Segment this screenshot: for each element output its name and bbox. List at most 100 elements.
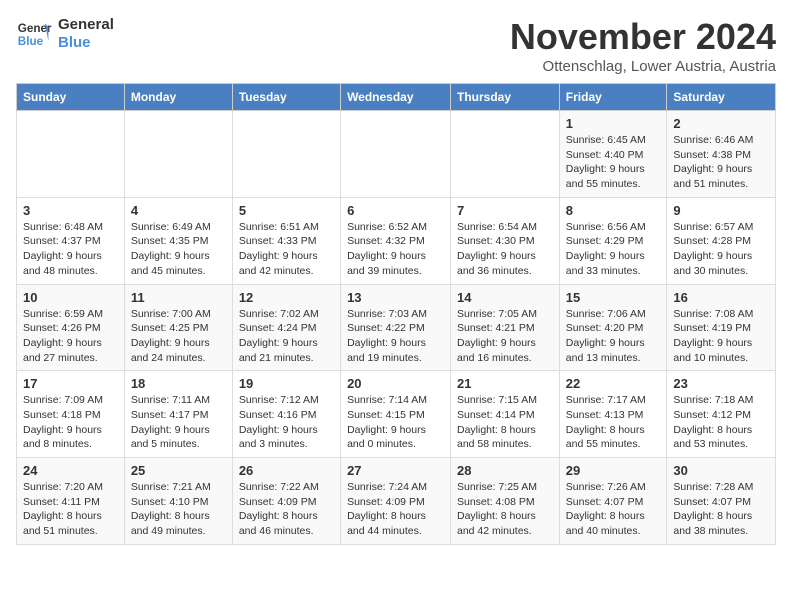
calendar-week-row: 24 Sunrise: 7:20 AM Sunset: 4:11 PM Dayli…: [17, 458, 776, 545]
day-info: Sunrise: 6:56 AM Sunset: 4:29 PM Dayligh…: [566, 220, 661, 279]
calendar-cell: 24 Sunrise: 7:20 AM Sunset: 4:11 PM Dayli…: [17, 458, 125, 545]
day-info: Sunrise: 6:59 AM Sunset: 4:26 PM Dayligh…: [23, 307, 118, 366]
calendar-cell: 4Sunrise: 6:49 AM Sunset: 4:35 PM Daylig…: [124, 197, 232, 284]
calendar-cell: 7 Sunrise: 6:54 AM Sunset: 4:30 PM Daylig…: [451, 197, 560, 284]
calendar-cell: 20Sunrise: 7:14 AM Sunset: 4:15 PM Dayli…: [341, 371, 451, 458]
calendar-cell: 12Sunrise: 7:02 AM Sunset: 4:24 PM Dayli…: [232, 284, 340, 371]
calendar-cell: 28Sunrise: 7:25 AM Sunset: 4:08 PM Dayli…: [451, 458, 560, 545]
day-info: Sunrise: 6:57 AM Sunset: 4:28 PM Dayligh…: [673, 220, 769, 279]
title-block: November 2024 Ottenschlag, Lower Austria…: [510, 16, 776, 75]
day-number: 2: [673, 116, 769, 131]
day-info: Sunrise: 7:24 AM Sunset: 4:09 PM Dayligh…: [347, 480, 444, 539]
calendar-cell: 10 Sunrise: 6:59 AM Sunset: 4:26 PM Dayli…: [17, 284, 125, 371]
calendar-cell: [232, 111, 340, 198]
calendar-week-row: 3Sunrise: 6:48 AM Sunset: 4:37 PM Daylig…: [17, 197, 776, 284]
calendar-cell: 22 Sunrise: 7:17 AM Sunset: 4:13 PM Dayli…: [559, 371, 667, 458]
page-header: General Blue General Blue November 2024 …: [16, 16, 776, 75]
calendar-cell: 23Sunrise: 7:18 AM Sunset: 4:12 PM Dayli…: [667, 371, 776, 458]
day-info: Sunrise: 7:21 AM Sunset: 4:10 PM Dayligh…: [131, 480, 226, 539]
day-info: Sunrise: 7:17 AM Sunset: 4:13 PM Dayligh…: [566, 393, 661, 452]
calendar-cell: 9 Sunrise: 6:57 AM Sunset: 4:28 PM Daylig…: [667, 197, 776, 284]
day-number: 19: [239, 376, 334, 391]
day-number: 10: [23, 290, 118, 305]
day-number: 20: [347, 376, 444, 391]
header-thursday: Thursday: [451, 84, 560, 111]
day-info: Sunrise: 7:26 AM Sunset: 4:07 PM Dayligh…: [566, 480, 661, 539]
calendar-cell: 6 Sunrise: 6:52 AM Sunset: 4:32 PM Daylig…: [341, 197, 451, 284]
day-info: Sunrise: 7:18 AM Sunset: 4:12 PM Dayligh…: [673, 393, 769, 452]
logo-blue: Blue: [58, 34, 91, 51]
day-info: Sunrise: 7:05 AM Sunset: 4:21 PM Dayligh…: [457, 307, 553, 366]
day-number: 28: [457, 463, 553, 478]
day-info: Sunrise: 7:09 AM Sunset: 4:18 PM Dayligh…: [23, 393, 118, 452]
calendar-cell: [451, 111, 560, 198]
day-number: 26: [239, 463, 334, 478]
day-number: 25: [131, 463, 226, 478]
calendar-cell: 17 Sunrise: 7:09 AM Sunset: 4:18 PM Dayli…: [17, 371, 125, 458]
day-info: Sunrise: 7:02 AM Sunset: 4:24 PM Dayligh…: [239, 307, 334, 366]
calendar-week-row: 1 Sunrise: 6:45 AM Sunset: 4:40 PM Daylig…: [17, 111, 776, 198]
day-number: 29: [566, 463, 661, 478]
calendar-cell: 14 Sunrise: 7:05 AM Sunset: 4:21 PM Dayli…: [451, 284, 560, 371]
day-info: Sunrise: 6:51 AM Sunset: 4:33 PM Dayligh…: [239, 220, 334, 279]
day-info: Sunrise: 7:22 AM Sunset: 4:09 PM Dayligh…: [239, 480, 334, 539]
day-number: 6: [347, 203, 444, 218]
calendar-cell: 8 Sunrise: 6:56 AM Sunset: 4:29 PM Daylig…: [559, 197, 667, 284]
day-info: Sunrise: 6:49 AM Sunset: 4:35 PM Dayligh…: [131, 220, 226, 279]
day-info: Sunrise: 6:46 AM Sunset: 4:38 PM Dayligh…: [673, 133, 769, 192]
day-info: Sunrise: 6:52 AM Sunset: 4:32 PM Dayligh…: [347, 220, 444, 279]
day-number: 5: [239, 203, 334, 218]
calendar-week-row: 17 Sunrise: 7:09 AM Sunset: 4:18 PM Dayli…: [17, 371, 776, 458]
calendar-cell: 30 Sunrise: 7:28 AM Sunset: 4:07 PM Dayli…: [667, 458, 776, 545]
header-saturday: Saturday: [667, 84, 776, 111]
calendar-cell: 18 Sunrise: 7:11 AM Sunset: 4:17 PM Dayli…: [124, 371, 232, 458]
calendar-cell: 21 Sunrise: 7:15 AM Sunset: 4:14 PM Dayli…: [451, 371, 560, 458]
calendar-cell: 29 Sunrise: 7:26 AM Sunset: 4:07 PM Dayli…: [559, 458, 667, 545]
day-number: 9: [673, 203, 769, 218]
location-subtitle: Ottenschlag, Lower Austria, Austria: [510, 58, 776, 75]
day-number: 18: [131, 376, 226, 391]
header-monday: Monday: [124, 84, 232, 111]
day-number: 17: [23, 376, 118, 391]
day-info: Sunrise: 6:48 AM Sunset: 4:37 PM Dayligh…: [23, 220, 118, 279]
calendar-cell: 15 Sunrise: 7:06 AM Sunset: 4:20 PM Dayli…: [559, 284, 667, 371]
day-info: Sunrise: 7:06 AM Sunset: 4:20 PM Dayligh…: [566, 307, 661, 366]
day-number: 30: [673, 463, 769, 478]
day-number: 8: [566, 203, 661, 218]
day-info: Sunrise: 6:45 AM Sunset: 4:40 PM Dayligh…: [566, 133, 661, 192]
calendar-cell: 13Sunrise: 7:03 AM Sunset: 4:22 PM Dayli…: [341, 284, 451, 371]
day-number: 22: [566, 376, 661, 391]
day-number: 14: [457, 290, 553, 305]
calendar-cell: 3Sunrise: 6:48 AM Sunset: 4:37 PM Daylig…: [17, 197, 125, 284]
header-wednesday: Wednesday: [341, 84, 451, 111]
header-tuesday: Tuesday: [232, 84, 340, 111]
calendar-cell: 19 Sunrise: 7:12 AM Sunset: 4:16 PM Dayli…: [232, 371, 340, 458]
calendar-cell: [341, 111, 451, 198]
day-info: Sunrise: 6:54 AM Sunset: 4:30 PM Dayligh…: [457, 220, 553, 279]
calendar-week-row: 10 Sunrise: 6:59 AM Sunset: 4:26 PM Dayli…: [17, 284, 776, 371]
day-info: Sunrise: 7:15 AM Sunset: 4:14 PM Dayligh…: [457, 393, 553, 452]
calendar-cell: 25 Sunrise: 7:21 AM Sunset: 4:10 PM Dayli…: [124, 458, 232, 545]
logo-general: General: [58, 16, 114, 33]
day-number: 15: [566, 290, 661, 305]
day-info: Sunrise: 7:00 AM Sunset: 4:25 PM Dayligh…: [131, 307, 226, 366]
calendar-cell: 26 Sunrise: 7:22 AM Sunset: 4:09 PM Dayli…: [232, 458, 340, 545]
calendar-cell: 11 Sunrise: 7:00 AM Sunset: 4:25 PM Dayli…: [124, 284, 232, 371]
day-number: 7: [457, 203, 553, 218]
month-title: November 2024: [510, 16, 776, 58]
day-number: 21: [457, 376, 553, 391]
day-number: 11: [131, 290, 226, 305]
header-sunday: Sunday: [17, 84, 125, 111]
calendar-cell: [124, 111, 232, 198]
day-number: 24: [23, 463, 118, 478]
day-number: 1: [566, 116, 661, 131]
logo-icon: General Blue: [16, 16, 52, 52]
day-info: Sunrise: 7:28 AM Sunset: 4:07 PM Dayligh…: [673, 480, 769, 539]
day-info: Sunrise: 7:11 AM Sunset: 4:17 PM Dayligh…: [131, 393, 226, 452]
day-info: Sunrise: 7:20 AM Sunset: 4:11 PM Dayligh…: [23, 480, 118, 539]
calendar-cell: 2 Sunrise: 6:46 AM Sunset: 4:38 PM Daylig…: [667, 111, 776, 198]
logo: General Blue General Blue: [16, 16, 114, 52]
calendar-cell: 1 Sunrise: 6:45 AM Sunset: 4:40 PM Daylig…: [559, 111, 667, 198]
day-info: Sunrise: 7:12 AM Sunset: 4:16 PM Dayligh…: [239, 393, 334, 452]
calendar-cell: 5 Sunrise: 6:51 AM Sunset: 4:33 PM Daylig…: [232, 197, 340, 284]
